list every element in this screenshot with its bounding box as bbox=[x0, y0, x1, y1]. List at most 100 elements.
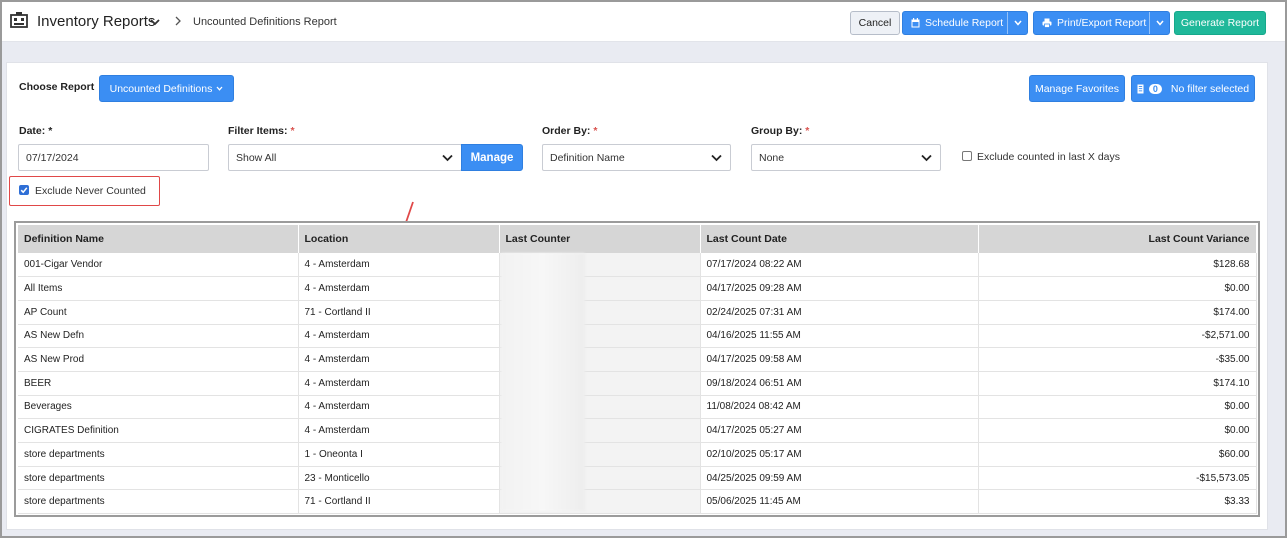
cell-last-count-variance: $128.68 bbox=[978, 253, 1257, 278]
cancel-button[interactable]: Cancel bbox=[850, 11, 900, 35]
group-by-value: None bbox=[759, 151, 785, 164]
cell-location: 1 - Oneonta I bbox=[298, 442, 500, 467]
table-row[interactable]: 001-Cigar Vendor 4 - Amsterdam 07/17/2024 … bbox=[18, 253, 1257, 278]
date-required-mark: * bbox=[48, 125, 53, 137]
cell-last-count-date: 04/17/2025 09:28 AM bbox=[700, 276, 979, 301]
cell-definition-name: AP Count bbox=[18, 300, 299, 325]
table-header-row: Definition Name Location Last Counter La… bbox=[18, 225, 1257, 253]
cell-location: 71 - Cortland II bbox=[298, 489, 500, 515]
filter-count-badge: 0 bbox=[1148, 83, 1162, 94]
filter-items-select[interactable]: Show All bbox=[228, 144, 462, 171]
cell-definition-name: All Items bbox=[18, 276, 299, 301]
date-input[interactable]: 07/17/2024 bbox=[18, 144, 209, 171]
generate-report-button[interactable]: Generate Report bbox=[1174, 11, 1266, 35]
order-by-required-mark: * bbox=[593, 125, 598, 137]
cell-location: 4 - Amsterdam bbox=[298, 347, 500, 372]
manage-favorites-button[interactable]: Manage Favorites bbox=[1029, 75, 1125, 102]
filter-items-value: Show All bbox=[236, 151, 277, 164]
cell-last-count-date: 05/06/2025 11:45 AM bbox=[700, 489, 979, 515]
schedule-dropdown-toggle[interactable] bbox=[1007, 12, 1027, 34]
cell-definition-name: 001-Cigar Vendor bbox=[18, 253, 299, 278]
cell-definition-name: store departments bbox=[18, 442, 299, 467]
cell-last-count-variance: $174.00 bbox=[978, 300, 1257, 325]
group-by-label-text: Group By: bbox=[751, 125, 803, 137]
table-row[interactable]: All Items 4 - Amsterdam 04/17/2025 09:28 A… bbox=[18, 276, 1257, 301]
column-header-last-count-variance[interactable]: Last Count Variance bbox=[978, 225, 1257, 253]
cell-location: 4 - Amsterdam bbox=[298, 395, 500, 420]
cell-definition-name: AS New Defn bbox=[18, 324, 299, 349]
cell-last-count-date: 09/18/2024 06:51 AM bbox=[700, 371, 979, 396]
cell-location: 71 - Cortland II bbox=[298, 300, 500, 325]
group-by-required-mark: * bbox=[805, 125, 810, 137]
chevron-down-icon bbox=[442, 154, 453, 162]
chevron-down-icon bbox=[1013, 20, 1022, 26]
table-body: 001-Cigar Vendor 4 - Amsterdam 07/17/2024 … bbox=[18, 253, 1257, 515]
cell-definition-name: AS New Prod bbox=[18, 347, 299, 372]
choose-report-label: Choose Report bbox=[19, 81, 95, 93]
chevron-down-icon bbox=[921, 154, 932, 162]
cell-last-count-variance: $0.00 bbox=[978, 395, 1257, 420]
cell-location: 4 - Amsterdam bbox=[298, 418, 500, 443]
filter-items-label-text: Filter Items: bbox=[228, 125, 288, 137]
table-row[interactable]: store departments 23 - Monticello 04/25/20… bbox=[18, 466, 1257, 491]
order-by-select[interactable]: Definition Name bbox=[542, 144, 731, 171]
column-header-last-count-date[interactable]: Last Count Date bbox=[700, 225, 979, 253]
cell-definition-name: store departments bbox=[18, 489, 299, 515]
cell-location: 4 - Amsterdam bbox=[298, 253, 500, 278]
top-header: Inventory Reports Uncounted Definitions … bbox=[2, 2, 1285, 42]
print-export-button[interactable]: Print/Export Report bbox=[1033, 11, 1170, 35]
chevron-down-icon bbox=[216, 86, 223, 91]
exclude-counted-checkbox[interactable] bbox=[962, 151, 972, 161]
cell-last-count-variance: $60.00 bbox=[978, 442, 1257, 467]
results-table: Definition Name Location Last Counter La… bbox=[18, 225, 1257, 515]
breadcrumb-current: Uncounted Definitions Report bbox=[193, 16, 337, 28]
table-row[interactable]: CIGRATES Definition 4 - Amsterdam 04/17/20… bbox=[18, 418, 1257, 443]
manage-filter-button[interactable]: Manage bbox=[461, 144, 523, 171]
schedule-report-button[interactable]: Schedule Report bbox=[902, 11, 1028, 35]
order-by-value: Definition Name bbox=[550, 151, 625, 164]
print-export-label: Print/Export Report bbox=[1057, 17, 1147, 29]
order-by-label: Order By: * bbox=[542, 125, 597, 137]
filter-items-required-mark: * bbox=[290, 125, 295, 137]
date-label: Date: * bbox=[19, 125, 52, 137]
cell-last-count-date: 04/17/2025 09:58 AM bbox=[700, 347, 979, 372]
print-dropdown-toggle[interactable] bbox=[1149, 12, 1169, 34]
cell-last-count-date: 07/17/2024 08:22 AM bbox=[700, 253, 979, 278]
order-by-label-text: Order By: bbox=[542, 125, 591, 137]
chevron-down-icon[interactable] bbox=[149, 16, 161, 28]
table-row[interactable]: AS New Defn 4 - Amsterdam 04/16/2025 11:55… bbox=[18, 324, 1257, 349]
cell-last-count-variance: $3.33 bbox=[978, 489, 1257, 515]
column-header-definition-name[interactable]: Definition Name bbox=[18, 225, 299, 253]
report-selector-label: Uncounted Definitions bbox=[109, 82, 213, 95]
calendar-icon bbox=[911, 18, 920, 28]
cell-definition-name: BEER bbox=[18, 371, 299, 396]
chevron-down-icon bbox=[1155, 20, 1164, 26]
cell-last-count-date: 04/17/2025 05:27 AM bbox=[700, 418, 979, 443]
filter-status-button[interactable]: 0 No filter selected bbox=[1131, 75, 1255, 102]
inventory-icon bbox=[10, 12, 28, 28]
table-row[interactable]: BEER 4 - Amsterdam 09/18/2024 06:51 AM $174… bbox=[18, 371, 1257, 396]
report-selector-button[interactable]: Uncounted Definitions bbox=[99, 75, 234, 102]
results-table-container: Definition Name Location Last Counter La… bbox=[14, 221, 1260, 517]
table-row[interactable]: AS New Prod 4 - Amsterdam 04/17/2025 09:58… bbox=[18, 347, 1257, 372]
column-header-location[interactable]: Location bbox=[298, 225, 500, 253]
cell-last-count-date: 02/24/2025 07:31 AM bbox=[700, 300, 979, 325]
table-row[interactable]: store departments 1 - Oneonta I 02/10/2025… bbox=[18, 442, 1257, 467]
table-row[interactable]: AP Count 71 - Cortland II 02/24/2025 07:31… bbox=[18, 300, 1257, 325]
table-row[interactable]: store departments 71 - Cortland II 05/06/2… bbox=[18, 489, 1257, 515]
cell-location: 4 - Amsterdam bbox=[298, 276, 500, 301]
exclude-counted-label: Exclude counted in last X days bbox=[977, 151, 1121, 163]
cell-location: 4 - Amsterdam bbox=[298, 324, 500, 349]
table-row[interactable]: Beverages 4 - Amsterdam 11/08/2024 08:42 A… bbox=[18, 395, 1257, 420]
cell-last-count-variance: -$15,573.05 bbox=[978, 466, 1257, 491]
filter-status-label: No filter selected bbox=[1170, 82, 1250, 95]
group-by-select[interactable]: None bbox=[751, 144, 941, 171]
column-header-last-counter[interactable]: Last Counter bbox=[499, 225, 701, 253]
chevron-right-icon bbox=[175, 16, 181, 26]
cell-last-count-date: 04/25/2025 09:59 AM bbox=[700, 466, 979, 491]
group-by-label: Group By: * bbox=[751, 125, 809, 137]
cell-last-count-variance: -$2,571.00 bbox=[978, 324, 1257, 349]
cell-last-count-date: 02/10/2025 05:17 AM bbox=[700, 442, 979, 467]
cell-location: 4 - Amsterdam bbox=[298, 371, 500, 396]
cell-last-count-variance: $0.00 bbox=[978, 276, 1257, 301]
